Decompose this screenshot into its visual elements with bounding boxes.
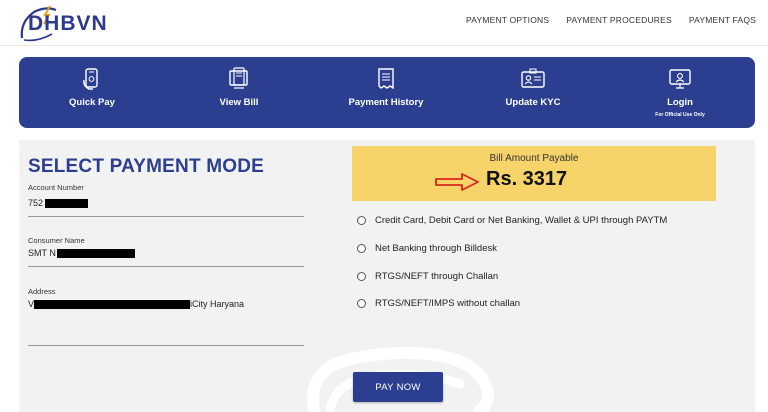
option-paytm[interactable]: Credit Card, Debit Card or Net Banking, …	[357, 215, 667, 226]
account-number-label: Account Number	[28, 183, 84, 192]
consumer-name-label: Consumer Name	[28, 236, 85, 245]
view-bill-button[interactable]: View Bill	[179, 57, 299, 128]
quick-pay-button[interactable]: Quick Pay	[32, 57, 152, 128]
nav-payment-options[interactable]: PAYMENT OPTIONS	[466, 15, 549, 25]
address-underline	[28, 345, 304, 346]
radio-billdesk[interactable]	[357, 244, 366, 253]
radio-challan[interactable]	[357, 272, 366, 281]
pay-now-button[interactable]: PAY NOW	[353, 372, 443, 402]
phone-pay-icon	[83, 68, 98, 90]
header: DHBVN PAYMENT OPTIONS PAYMENT PROCEDURES…	[0, 0, 768, 46]
bill-amount-box: Bill Amount Payable Rs. 3317	[352, 146, 716, 201]
address-suffix-text: iCity Haryana	[190, 299, 245, 309]
consumer-name-value: SMT N	[28, 248, 135, 258]
id-card-icon	[521, 68, 545, 88]
page-title: SELECT PAYMENT MODE	[28, 156, 265, 177]
option-without-challan[interactable]: RTGS/NEFT/IMPS without challan	[357, 298, 520, 309]
option-paytm-label: Credit Card, Debit Card or Net Banking, …	[375, 215, 668, 226]
nav-payment-procedures[interactable]: PAYMENT PROCEDURES	[566, 15, 672, 25]
bill-amount-title: Bill Amount Payable	[489, 153, 579, 164]
option-billdesk-label: Net Banking through Billdesk	[375, 243, 497, 254]
redaction-bar	[45, 198, 89, 208]
update-kyc-label: Update KYC	[505, 97, 561, 108]
update-kyc-button[interactable]: Update KYC	[473, 57, 593, 128]
option-challan[interactable]: RTGS/NEFT through Challan	[357, 271, 498, 282]
login-sublabel: For Official Use Only	[655, 112, 705, 118]
bill-amount-value: Rs. 3317	[486, 168, 568, 190]
logo-text: DHBVN	[28, 12, 108, 35]
account-number-underline	[28, 216, 304, 217]
address-label: Address	[28, 287, 56, 296]
receipt-icon	[378, 68, 394, 90]
redaction-bar	[56, 248, 135, 258]
consumer-name-underline	[28, 266, 304, 267]
option-challan-label: RTGS/NEFT through Challan	[375, 271, 499, 282]
radio-paytm[interactable]	[357, 216, 366, 225]
quick-action-bar: Quick Pay View Bill Payment History Upda…	[19, 57, 755, 128]
payment-history-label: Payment History	[348, 97, 424, 108]
payment-history-button[interactable]: Payment History	[326, 57, 446, 128]
quick-pay-label: Quick Pay	[69, 97, 115, 108]
login-label: Login	[667, 97, 693, 108]
account-number-value: 752	[28, 198, 89, 208]
redaction-bar	[34, 299, 191, 309]
address-value: V iCity Haryana	[28, 299, 244, 309]
radio-without-challan[interactable]	[357, 299, 366, 308]
dhbvn-logo[interactable]: DHBVN	[18, 4, 108, 42]
login-button[interactable]: Login For Official Use Only	[620, 57, 740, 128]
view-bill-icon	[229, 67, 248, 89]
red-arrow-icon	[435, 173, 479, 191]
account-number-text: 752	[28, 198, 44, 208]
nav-payment-faqs[interactable]: PAYMENT FAQS	[689, 15, 756, 25]
view-bill-label: View Bill	[219, 97, 259, 108]
consumer-name-text: SMT N	[28, 248, 56, 258]
option-without-challan-label: RTGS/NEFT/IMPS without challan	[375, 298, 521, 309]
option-billdesk[interactable]: Net Banking through Billdesk	[357, 243, 497, 254]
top-nav: PAYMENT OPTIONS PAYMENT PROCEDURES PAYME…	[466, 15, 756, 25]
login-icon	[669, 69, 691, 89]
